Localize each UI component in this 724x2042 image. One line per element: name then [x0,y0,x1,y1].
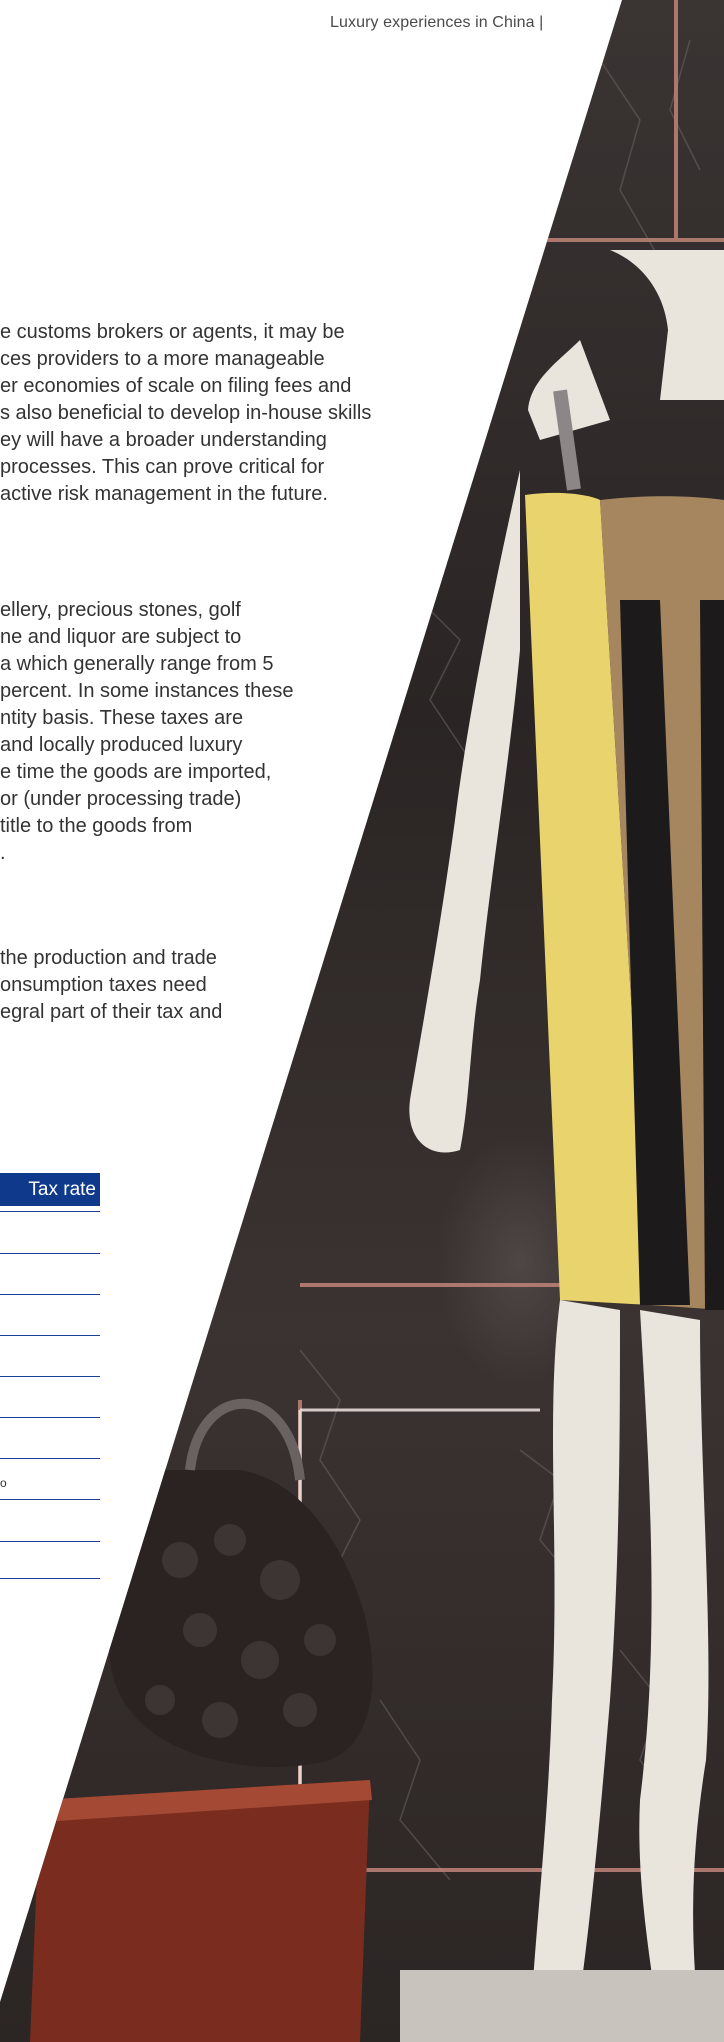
text-line: er economies of scale on filing fees and [0,375,352,397]
paragraph-production-trade: the production and trade onsumption taxe… [0,945,222,1026]
table-row-rule [0,1417,100,1418]
text-line: ne and liquor are subject to [0,626,242,648]
text-line: ces providers to a more manageable [0,348,325,370]
text-line: and locally produced luxury [0,734,243,756]
text-line: percent. In some instances these [0,680,294,702]
paragraph-customs-brokers: e customs brokers or agents, it may be c… [0,319,371,508]
text-line: active risk management in the future. [0,483,328,505]
text-line: egral part of their tax and [0,1001,223,1023]
table-row-rule [0,1335,100,1336]
text-line: ellery, precious stones, golf [0,599,241,621]
text-line: ey will have a broader understanding [0,429,327,451]
text-line: . [0,842,6,864]
table-row-rule [0,1376,100,1377]
table-row-rule [0,1458,100,1459]
text-line: the production and trade [0,947,217,969]
text-line: onsumption taxes need [0,974,207,996]
paragraph-consumption-tax: ellery, precious stones, golf ne and liq… [0,597,294,867]
table-row-rule [0,1253,100,1254]
table-row-rule [0,1541,100,1542]
table-row-rule [0,1499,100,1500]
text-line: processes. This can prove critical for [0,456,325,478]
table-row-rule [0,1578,100,1579]
text-line: e time the goods are imported, [0,761,272,783]
text-line: s also beneficial to develop in-house sk… [0,402,372,424]
header-title: Luxury experiences in China | [330,14,544,31]
table-cell-partial: o [0,1476,7,1490]
table-header-tax-rate: Tax rate [0,1173,100,1206]
document-page: Luxury experiences in China | e customs … [0,0,724,2042]
text-line: e customs brokers or agents, it may be [0,321,345,343]
table-row-rule [0,1211,100,1212]
text-line: a which generally range from 5 [0,653,274,675]
text-line: or (under processing trade) [0,788,242,810]
text-line: ntity basis. These taxes are [0,707,244,729]
text-line: title to the goods from [0,815,193,837]
tax-rate-table: Tax rate [0,1173,100,1206]
table-row-rule [0,1294,100,1295]
